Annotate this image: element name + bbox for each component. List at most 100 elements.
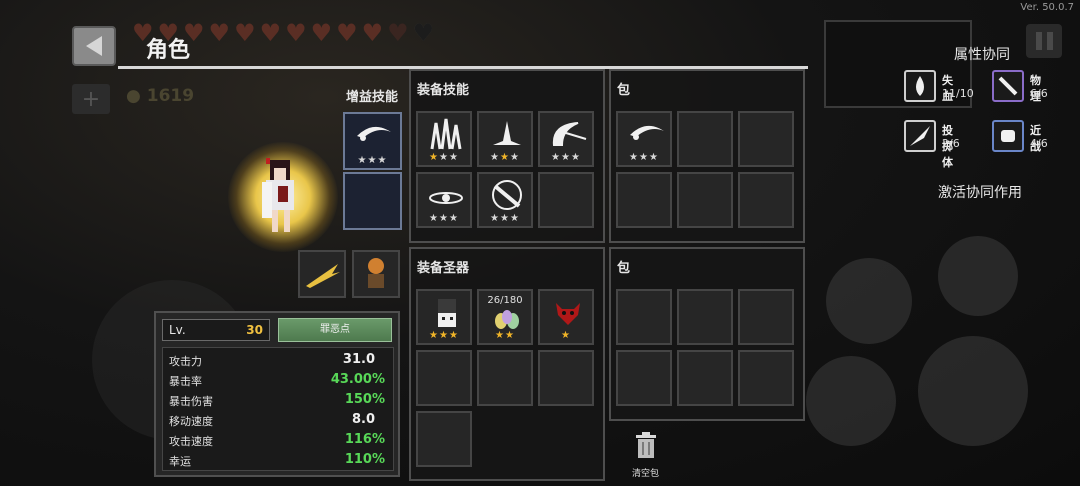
accessory-slot[interactable] bbox=[352, 250, 400, 298]
add-button[interactable]: + bbox=[72, 84, 110, 114]
stats-panel: Lv. 30 罪恶点 攻击力 31.0 暴击率 43.00% 暴击伤害 150% 移动… bbox=[154, 311, 400, 477]
stat-value: 31.0 bbox=[342, 352, 375, 367]
heart-icon: ♥ bbox=[208, 19, 231, 47]
heart-icon: ♥ bbox=[234, 19, 256, 47]
relic-slot-1[interactable]: ★★★ bbox=[416, 289, 472, 345]
synergy-count: 2/6 bbox=[942, 137, 960, 150]
jump-button[interactable] bbox=[806, 356, 896, 446]
skill-slot-3[interactable]: ★★★ bbox=[538, 111, 594, 167]
bag-slot-6[interactable] bbox=[738, 172, 794, 228]
bag-slot-4[interactable] bbox=[616, 172, 672, 228]
stat-value: 150% bbox=[344, 392, 385, 407]
bag-slot-3[interactable] bbox=[738, 111, 794, 167]
back-arrow-icon bbox=[86, 36, 102, 56]
relic-counter: 26/180 bbox=[487, 295, 523, 306]
star-rating: ★★★ bbox=[490, 152, 520, 163]
heart-icon: ♥ bbox=[361, 19, 384, 47]
coin-counter: ● 1619 bbox=[126, 86, 194, 106]
pause-icon bbox=[1035, 32, 1042, 50]
stat-row: 攻击力 31.0 bbox=[169, 350, 389, 370]
stat-value: 110% bbox=[344, 452, 385, 467]
synergy-title: 属性协同 bbox=[954, 47, 1010, 63]
relic-bag-slot-2[interactable] bbox=[677, 289, 733, 345]
bag-slot-1[interactable]: ★★★ bbox=[616, 111, 672, 167]
relic-bag-slot-4[interactable] bbox=[616, 350, 672, 406]
boost-skill-label: 增益技能 bbox=[346, 90, 399, 105]
stat-row: 攻击速度 116% bbox=[169, 430, 389, 450]
coin-amount: 1619 bbox=[146, 86, 195, 106]
level-box: Lv. 30 bbox=[162, 319, 270, 341]
relic-slot-6[interactable] bbox=[538, 350, 594, 406]
stat-value: 116% bbox=[344, 432, 385, 447]
stat-name: 幸运 bbox=[169, 455, 191, 468]
bag-slot-2[interactable] bbox=[677, 111, 733, 167]
heart-icon: ♥ bbox=[285, 19, 307, 47]
heart-icon: ♥ bbox=[412, 19, 435, 47]
dash-button[interactable] bbox=[826, 258, 912, 344]
relic-slot-5[interactable] bbox=[477, 350, 533, 406]
lightning-blade-icon bbox=[306, 264, 340, 288]
relic-slot-3[interactable]: ★ bbox=[538, 289, 594, 345]
blood-drop-icon bbox=[904, 70, 936, 102]
relic-bag-slot-3[interactable] bbox=[738, 289, 794, 345]
spike-burst-icon bbox=[493, 121, 521, 145]
star-rating: ★★ bbox=[495, 330, 515, 341]
skill-slot-2[interactable]: ★★★ bbox=[477, 111, 533, 167]
level-value: 30 bbox=[246, 323, 263, 337]
attack-button[interactable] bbox=[918, 336, 1028, 446]
equip-skill-label: 装备技能 bbox=[417, 83, 470, 98]
light-button[interactable] bbox=[938, 236, 1018, 316]
back-button[interactable] bbox=[72, 26, 116, 66]
skill-slot-5[interactable]: ★★★ bbox=[477, 172, 533, 228]
synergy-count: 6/6 bbox=[1030, 87, 1048, 100]
skill-slot-1[interactable]: ★★★ bbox=[416, 111, 472, 167]
synergy-count: 11/10 bbox=[942, 87, 974, 100]
bag-slot-5[interactable] bbox=[677, 172, 733, 228]
stat-value: 8.0 bbox=[351, 412, 375, 427]
star-rating: ★★★ bbox=[357, 155, 388, 166]
version-label: Ver. 50.0.7 bbox=[1020, 2, 1074, 13]
boost-skill-slot-1[interactable]: ★★★ bbox=[343, 112, 402, 170]
relic-slot-2[interactable]: 26/180 ★★ bbox=[477, 289, 533, 345]
moon-slash-icon bbox=[492, 180, 522, 210]
clear-bag-label: 清空包 bbox=[632, 469, 660, 479]
stat-row: 幸运 110% bbox=[169, 450, 389, 470]
star-rating: ★★★ bbox=[551, 152, 581, 163]
relic-bag-slot-1[interactable] bbox=[616, 289, 672, 345]
spikes-icon bbox=[430, 118, 462, 150]
skill-slot-6[interactable] bbox=[538, 172, 594, 228]
level-label: Lv. bbox=[169, 323, 186, 337]
equip-relic-label: 装备圣器 bbox=[417, 261, 470, 276]
stat-name: 攻击速度 bbox=[169, 435, 213, 448]
pause-button[interactable] bbox=[1026, 24, 1062, 58]
heart-icon: ♥ bbox=[336, 19, 358, 47]
skill-slot-4[interactable]: ★★★ bbox=[416, 172, 472, 228]
boost-skill-slot-2[interactable] bbox=[343, 172, 402, 230]
star-rating: ★★★ bbox=[429, 152, 459, 163]
ghost-relic-icon bbox=[438, 299, 456, 327]
relic-slot-4[interactable] bbox=[416, 350, 472, 406]
relic-slot-7[interactable] bbox=[416, 411, 472, 467]
scarecrow-icon bbox=[368, 258, 384, 288]
stat-name: 暴击伤害 bbox=[169, 395, 213, 408]
synergy-count: 4/6 bbox=[1030, 137, 1048, 150]
page-title: 角色 bbox=[146, 38, 191, 63]
trash-icon[interactable] bbox=[634, 432, 658, 460]
heart-icon: ♥ bbox=[387, 19, 409, 47]
slash-swirl-icon bbox=[630, 125, 664, 140]
stat-row: 暴击率 43.00% bbox=[169, 370, 389, 390]
star-rating: ★ bbox=[561, 330, 571, 341]
sin-points-button[interactable]: 罪恶点 bbox=[278, 318, 392, 342]
relic-bag-slot-5[interactable] bbox=[677, 350, 733, 406]
stats-list: 攻击力 31.0 暴击率 43.00% 暴击伤害 150% 移动速度 8.0 攻击速度 1… bbox=[162, 347, 394, 471]
star-rating: ★★★ bbox=[629, 152, 659, 163]
star-rating: ★★★ bbox=[429, 213, 459, 224]
bag-label: 包 bbox=[617, 83, 631, 98]
activate-synergy-label[interactable]: 激活协同作用 bbox=[938, 182, 1022, 202]
stat-name: 攻击力 bbox=[169, 355, 202, 368]
sword-icon bbox=[992, 70, 1024, 102]
character-sprite bbox=[262, 158, 294, 232]
weapon-slot[interactable] bbox=[298, 250, 346, 298]
throw-icon bbox=[904, 120, 936, 152]
relic-bag-slot-6[interactable] bbox=[738, 350, 794, 406]
